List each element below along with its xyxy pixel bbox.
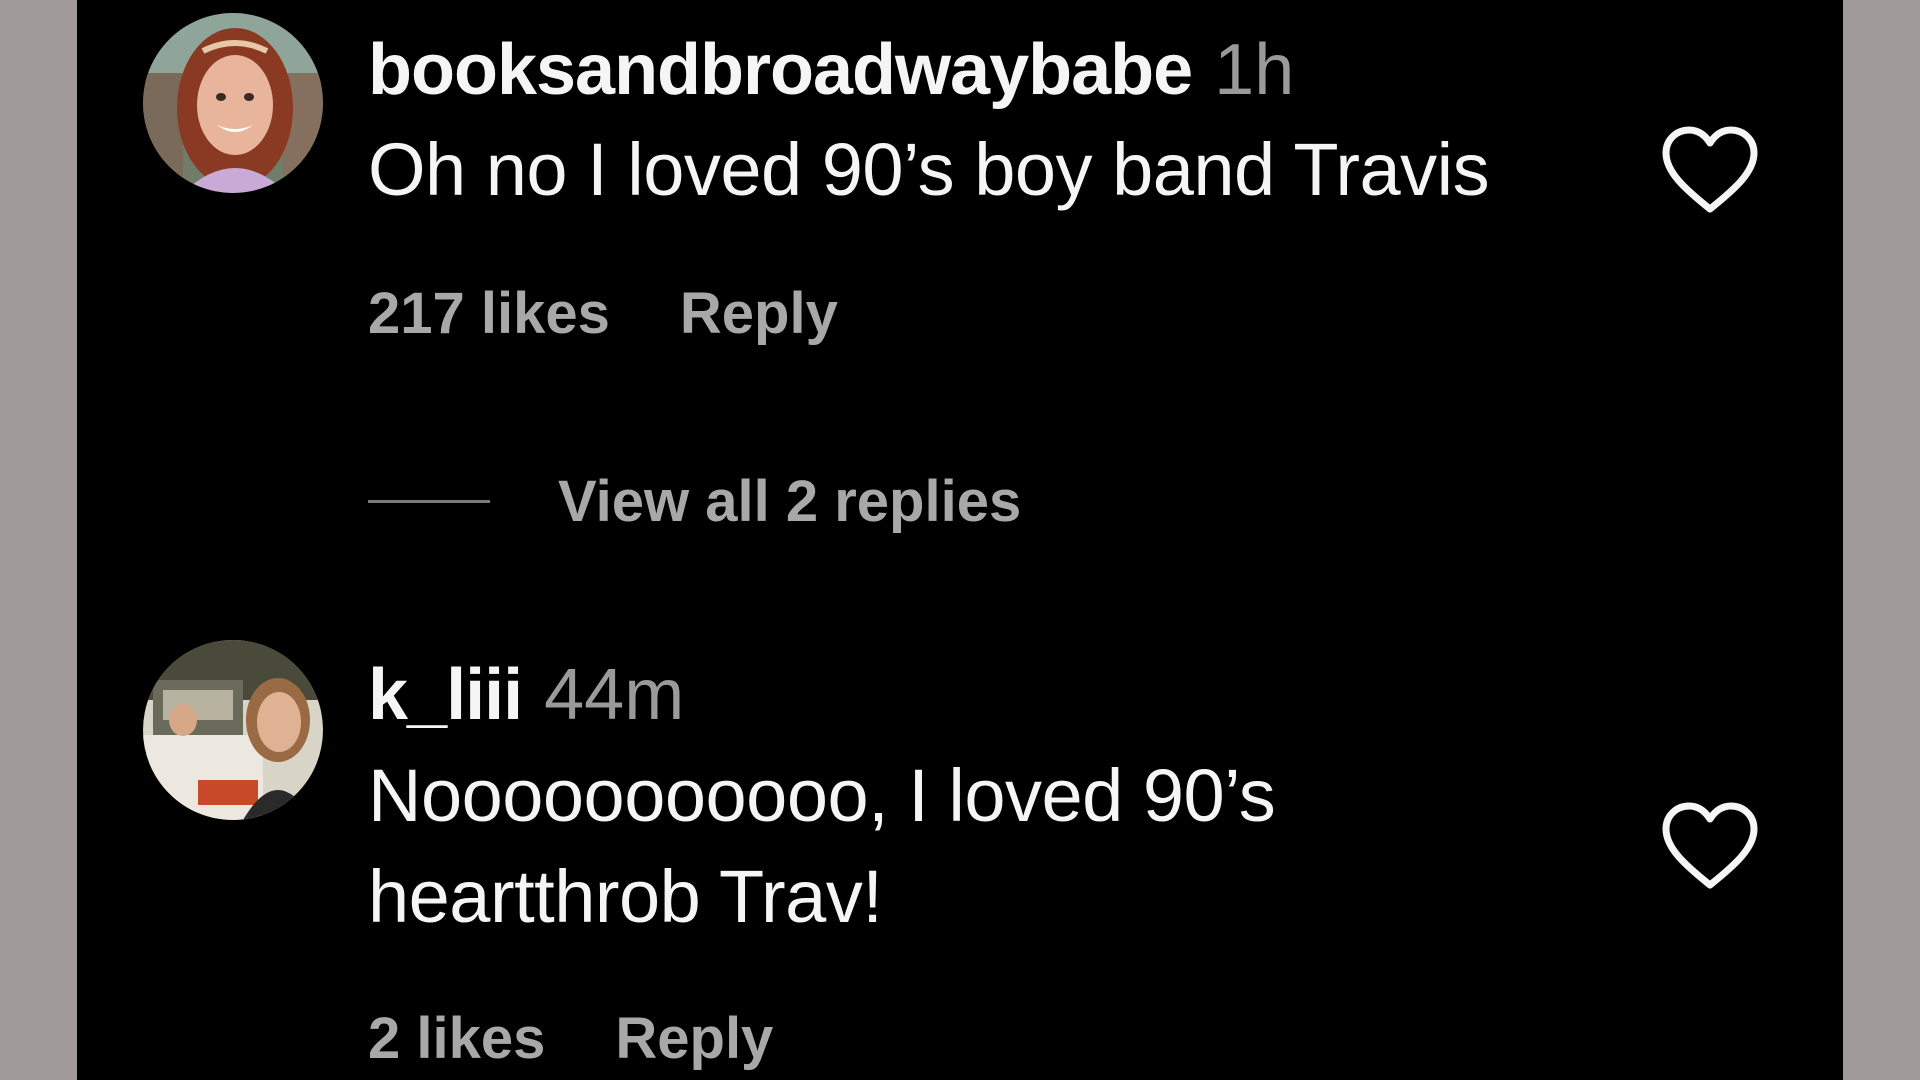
- heart-outline-icon[interactable]: [1661, 125, 1759, 215]
- comment-text-line: Oh no I loved 90’s boy band Travis: [368, 128, 1490, 211]
- comment-header: booksandbroadwaybabe 1h: [368, 34, 1294, 106]
- comment-actions: 217 likes Reply: [368, 285, 838, 343]
- reply-button[interactable]: Reply: [615, 1006, 773, 1071]
- comment-header: k_liii 44m: [368, 659, 684, 731]
- comment-text-line: Nooooooooooo, I loved 90’s: [368, 754, 1276, 837]
- likes-count[interactable]: 217 likes: [368, 281, 610, 346]
- timestamp: 44m: [544, 655, 685, 735]
- comment-actions: 2 likes Reply: [368, 1010, 773, 1068]
- view-replies-toggle[interactable]: View all 2 replies: [368, 468, 1021, 538]
- avatar-image: [143, 13, 323, 193]
- reply-button[interactable]: Reply: [680, 281, 838, 346]
- timestamp: 1h: [1214, 30, 1295, 110]
- avatar[interactable]: [143, 640, 323, 820]
- username[interactable]: k_liii: [368, 655, 523, 735]
- comment-text: Oh no I loved 90’s boy band Travis: [368, 119, 1490, 220]
- comment-text-line: heartthrob Trav!: [368, 855, 883, 938]
- comments-panel: booksandbroadwaybabe 1h Oh no I loved 90’…: [77, 0, 1843, 1080]
- avatar-image: [143, 640, 323, 820]
- comment-text: Nooooooooooo, I loved 90’s heartthrob Tr…: [368, 745, 1276, 947]
- view-replies-label[interactable]: View all 2 replies: [558, 468, 1021, 535]
- heart-outline-icon[interactable]: [1661, 801, 1759, 891]
- avatar[interactable]: [143, 13, 323, 193]
- replies-divider-line: [368, 500, 490, 503]
- username[interactable]: booksandbroadwaybabe: [368, 30, 1193, 110]
- likes-count[interactable]: 2 likes: [368, 1006, 545, 1071]
